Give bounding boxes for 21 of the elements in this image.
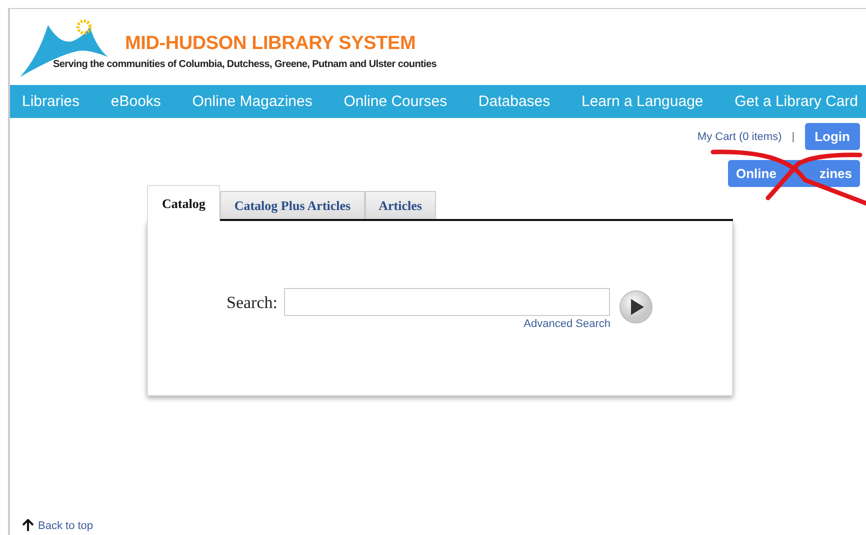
site-tagline: Serving the communities of Columbia, Dutchess, Greene, Putnam and Ulster counties [53, 59, 437, 70]
nav-link[interactable]: Online Magazines [192, 93, 312, 110]
search-field[interactable] [284, 288, 610, 316]
search-label: Search: [226, 293, 278, 313]
up-arrow-icon [22, 519, 34, 532]
back-to-top-link[interactable]: Back to top [38, 520, 94, 532]
separator: | [792, 130, 795, 142]
nav-link[interactable]: eBooks [110, 93, 161, 110]
play-icon[interactable] [619, 290, 654, 324]
nav-link[interactable]: Get a Library Card [734, 93, 858, 110]
search-tab[interactable]: Catalog [147, 185, 220, 221]
cart-link[interactable]: My Cart (0 items) [697, 130, 782, 142]
search-tab[interactable]: Catalog Plus Articles [220, 191, 365, 219]
nav-link[interactable]: Online Courses [344, 93, 448, 110]
nav-link[interactable]: Learn a Language [581, 93, 704, 110]
login-button[interactable]: Login [804, 123, 860, 150]
advanced-search-link[interactable]: Advanced Search [524, 318, 610, 330]
nav-link[interactable]: Libraries [22, 93, 80, 110]
nav-link[interactable]: Databases [478, 93, 550, 110]
site-title: MID-HUDSON LIBRARY SYSTEM [125, 33, 417, 55]
search-tab[interactable]: Articles [364, 191, 436, 219]
